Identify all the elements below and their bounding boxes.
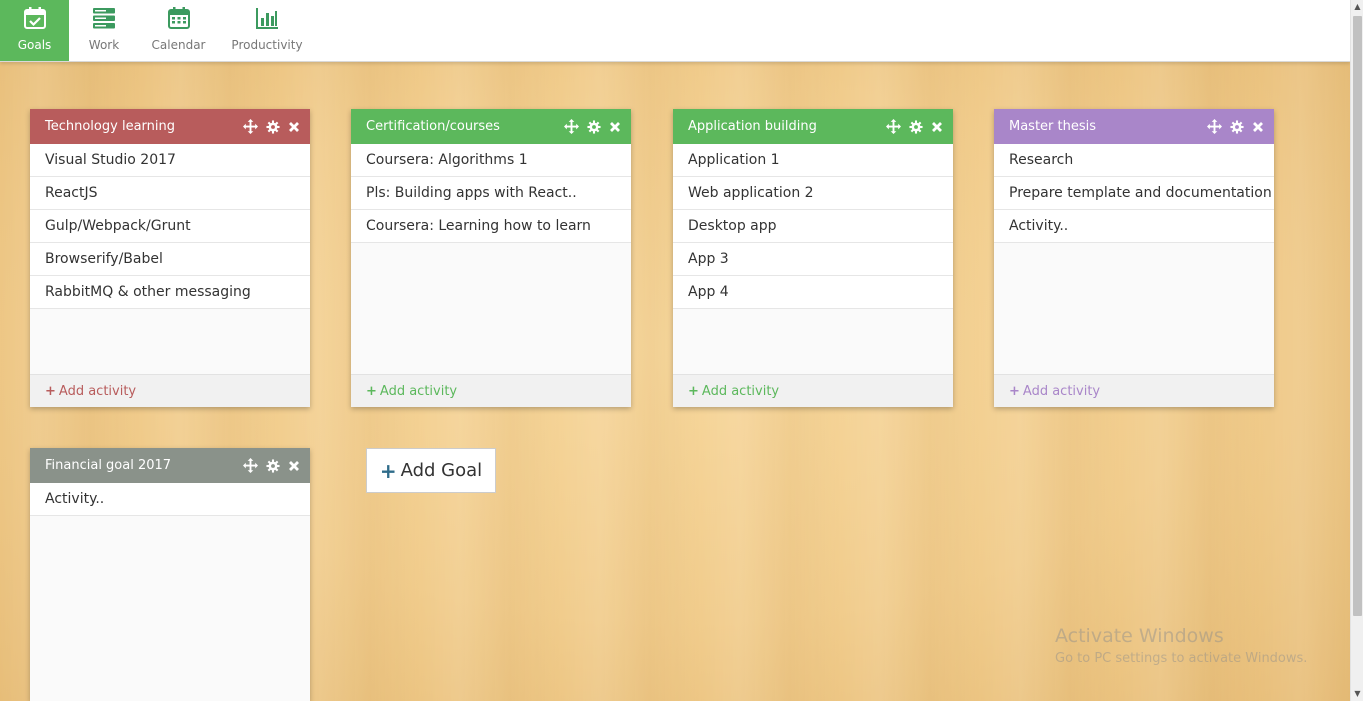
gear-icon[interactable] — [1230, 119, 1244, 134]
gear-icon[interactable] — [266, 119, 280, 134]
activity-item[interactable]: Activity.. — [994, 210, 1274, 243]
add-activity-label: Add activity — [58, 384, 137, 399]
calendar-check-icon — [23, 7, 46, 29]
activity-list: Application 1 Web application 2 Desktop ap… — [673, 144, 953, 374]
add-goal-button[interactable]: + Add Goal — [366, 448, 496, 493]
add-activity-label: Add activity — [1022, 384, 1101, 399]
scroll-up-arrow-icon[interactable]: ▲ — [1351, 0, 1363, 14]
server-icon — [93, 8, 115, 29]
add-activity-label: Add activity — [701, 384, 780, 399]
add-activity-button[interactable]: + Add activity — [351, 374, 631, 407]
close-icon[interactable] — [288, 121, 300, 133]
nav-productivity[interactable]: Productivity — [218, 0, 316, 61]
bar-chart-icon — [256, 8, 278, 29]
activity-item[interactable]: App 4 — [673, 276, 953, 309]
goal-card-header: Technology learning — [30, 109, 310, 144]
goal-card: Certification/courses Coursera: Algorith… — [351, 109, 631, 407]
activity-list: Visual Studio 2017 ReactJS Gulp/Webpack/Gr… — [30, 144, 310, 374]
activity-item[interactable]: Browserify/Babel — [30, 243, 310, 276]
watermark-subtitle: Go to PC settings to activate Windows. — [1055, 651, 1308, 666]
goal-title: Certification/courses — [366, 119, 500, 134]
nav-work-label: Work — [88, 38, 120, 52]
goal-title: Application building — [688, 119, 817, 134]
activity-list: Coursera: Algorithms 1 Pls: Building apps… — [351, 144, 631, 374]
vertical-scrollbar[interactable]: ▲ ▼ — [1350, 0, 1363, 701]
nav-work[interactable]: Work — [69, 0, 139, 61]
gear-icon[interactable] — [587, 119, 601, 134]
activity-item[interactable]: Application 1 — [673, 144, 953, 177]
goal-card: Application building Application 1 Web ap… — [673, 109, 953, 407]
activity-item[interactable]: Visual Studio 2017 — [30, 144, 310, 177]
goal-card: Master thesis Research Prepare template a… — [994, 109, 1274, 407]
goal-title: Technology learning — [45, 119, 175, 134]
goal-card: Technology learning Visual Studio 2017 Re… — [30, 109, 310, 407]
move-icon[interactable] — [243, 458, 258, 473]
nav-productivity-label: Productivity — [231, 38, 303, 52]
close-icon[interactable] — [609, 121, 621, 133]
scroll-thumb[interactable] — [1353, 16, 1362, 616]
move-icon[interactable] — [1207, 119, 1222, 134]
scroll-down-arrow-icon[interactable]: ▼ — [1351, 687, 1363, 701]
activation-watermark: Activate Windows Go to PC settings to ac… — [1055, 625, 1307, 666]
goal-card-header: Application building — [673, 109, 953, 144]
goal-card-header: Financial goal 2017 — [30, 448, 310, 483]
plus-icon: + — [45, 384, 56, 399]
nav-calendar[interactable]: Calendar — [139, 0, 218, 61]
activity-item[interactable]: Pls: Building apps with React.. — [351, 177, 631, 210]
gear-icon[interactable] — [909, 119, 923, 134]
close-icon[interactable] — [1252, 121, 1264, 133]
add-activity-label: Add activity — [379, 384, 458, 399]
goal-title: Master thesis — [1009, 119, 1097, 134]
nav-goals-label: Goals — [17, 38, 52, 52]
gear-icon[interactable] — [266, 458, 280, 473]
watermark-title: Activate Windows — [1055, 625, 1224, 647]
activity-item[interactable]: Desktop app — [673, 210, 953, 243]
add-activity-button[interactable]: + Add activity — [994, 374, 1274, 407]
add-activity-button[interactable]: + Add activity — [30, 374, 310, 407]
plus-icon: + — [366, 384, 377, 399]
activity-item[interactable]: Activity.. — [30, 483, 310, 516]
close-icon[interactable] — [288, 460, 300, 472]
activity-item[interactable]: Coursera: Learning how to learn — [351, 210, 631, 243]
goal-card: Financial goal 2017 Activity.. — [30, 448, 310, 701]
add-activity-button[interactable]: + Add activity — [673, 374, 953, 407]
top-nav: Goals Work Calendar Productivity — [0, 0, 1350, 62]
activity-item[interactable]: Web application 2 — [673, 177, 953, 210]
close-icon[interactable] — [931, 121, 943, 133]
activity-list: Activity.. — [30, 483, 310, 701]
goal-card-header: Master thesis — [994, 109, 1274, 144]
plus-icon: + — [688, 384, 699, 399]
activity-item[interactable]: Prepare template and documentation — [994, 177, 1274, 210]
activity-list: Research Prepare template and documentati… — [994, 144, 1274, 374]
activity-item[interactable]: Gulp/Webpack/Grunt — [30, 210, 310, 243]
plus-icon: + — [1009, 384, 1020, 399]
move-icon[interactable] — [243, 119, 258, 134]
plus-icon: + — [379, 458, 397, 483]
activity-item[interactable]: Coursera: Algorithms 1 — [351, 144, 631, 177]
move-icon[interactable] — [886, 119, 901, 134]
move-icon[interactable] — [564, 119, 579, 134]
nav-goals[interactable]: Goals — [0, 0, 69, 61]
calendar-icon — [167, 7, 190, 29]
add-goal-label: Add Goal — [400, 460, 483, 481]
activity-item[interactable]: Research — [994, 144, 1274, 177]
activity-item[interactable]: ReactJS — [30, 177, 310, 210]
activity-item[interactable]: App 3 — [673, 243, 953, 276]
goal-card-header: Certification/courses — [351, 109, 631, 144]
nav-calendar-label: Calendar — [151, 38, 206, 52]
goal-title: Financial goal 2017 — [45, 458, 172, 473]
activity-item[interactable]: RabbitMQ & other messaging — [30, 276, 310, 309]
